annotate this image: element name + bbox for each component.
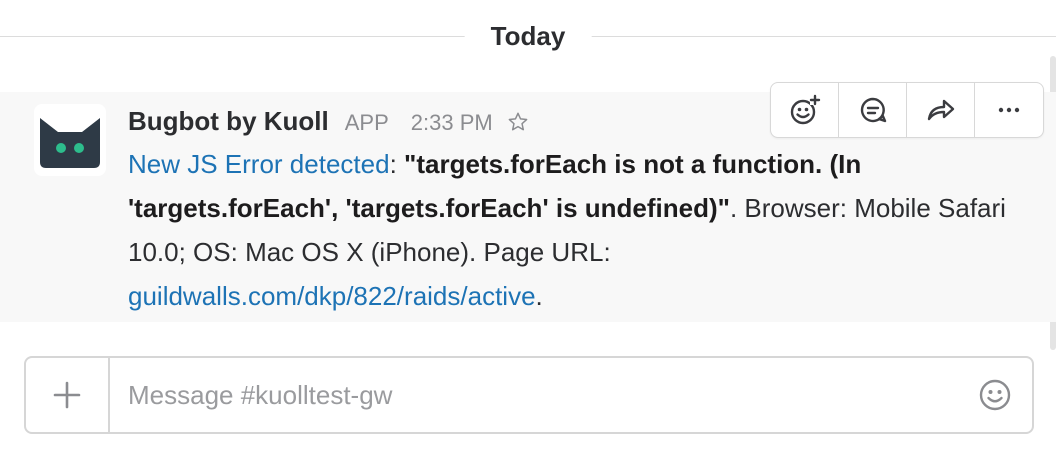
error-link[interactable]: New JS Error detected bbox=[128, 149, 390, 179]
message-composer: Message #kuolltest-gw bbox=[24, 356, 1034, 434]
more-actions-icon bbox=[998, 107, 1020, 113]
share-message-button[interactable] bbox=[907, 83, 975, 137]
start-thread-button[interactable] bbox=[839, 83, 907, 137]
emoji-icon bbox=[979, 379, 1011, 411]
message-actions-toolbar bbox=[770, 82, 1044, 138]
app-badge: APP bbox=[344, 110, 389, 135]
sender-name[interactable]: Bugbot by Kuoll bbox=[128, 106, 329, 137]
share-icon bbox=[927, 99, 954, 121]
start-thread-icon bbox=[860, 97, 886, 123]
message-end: . bbox=[535, 281, 543, 311]
message-colon: : bbox=[389, 149, 405, 179]
avatar[interactable] bbox=[34, 104, 106, 176]
day-divider: Today bbox=[0, 14, 1056, 58]
bugbot-avatar-icon bbox=[40, 118, 100, 168]
more-actions-button[interactable] bbox=[975, 83, 1043, 137]
message-input[interactable]: Message #kuolltest-gw bbox=[110, 358, 958, 432]
add-reaction-button[interactable] bbox=[771, 83, 839, 137]
message-timestamp[interactable]: 2:33 PM bbox=[411, 110, 493, 136]
add-file-button[interactable] bbox=[26, 358, 110, 432]
day-divider-label: Today bbox=[464, 20, 592, 52]
page-url-link[interactable]: guildwalls.com/dkp/822/raids/active bbox=[128, 281, 536, 311]
channel-view: Today Bugbot by Kuoll APP 2:33 PM New JS… bbox=[0, 0, 1056, 466]
add-reaction-icon bbox=[790, 94, 820, 125]
star-icon[interactable] bbox=[507, 111, 529, 138]
message-body: New JS Error detected: "targets.forEach … bbox=[128, 142, 1008, 318]
emoji-button[interactable] bbox=[958, 358, 1032, 432]
plus-icon bbox=[53, 381, 81, 409]
